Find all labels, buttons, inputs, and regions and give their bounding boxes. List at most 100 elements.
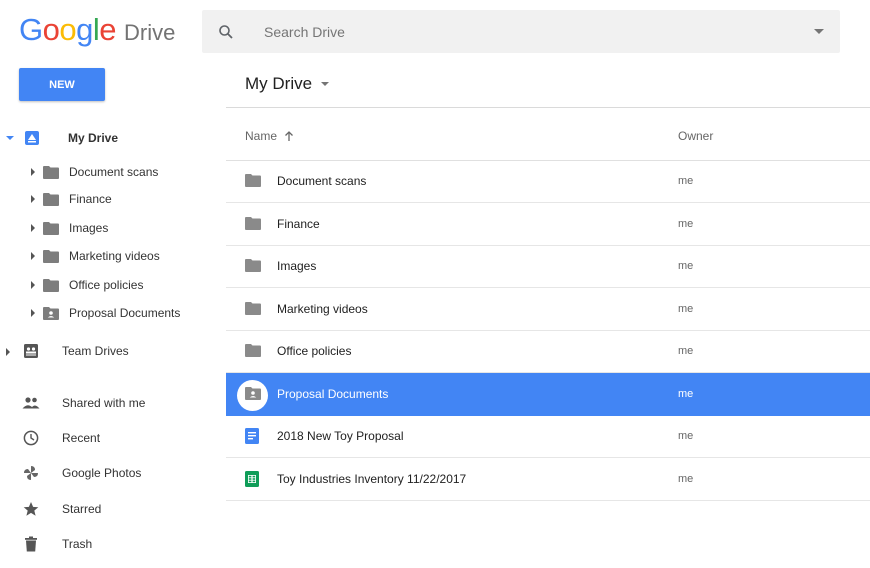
- folder-icon: [245, 343, 261, 359]
- file-name: Document scans: [277, 174, 367, 188]
- my-drive-icon: [25, 131, 39, 145]
- folder-icon: [245, 173, 261, 189]
- logo-letter: o: [42, 12, 60, 47]
- folder-icon: [42, 190, 60, 208]
- sidebar-folder-item[interactable]: Marketing videos: [31, 247, 160, 265]
- folder-icon: [42, 247, 60, 265]
- file-name: Proposal Documents: [277, 386, 389, 401]
- expand-arrow-icon[interactable]: [31, 281, 35, 289]
- file-name: Toy Industries Inventory 11/22/2017: [277, 471, 467, 486]
- folder-icon: [245, 258, 261, 274]
- sidebar-item-google-photos[interactable]: Google Photos: [0, 464, 200, 484]
- sidebar-item-label: My Drive: [68, 131, 119, 145]
- file-name: Marketing videos: [277, 301, 368, 316]
- star-icon: [22, 500, 40, 518]
- sheets-icon: [245, 470, 261, 487]
- expand-arrow-icon[interactable]: [31, 168, 35, 176]
- chevron-down-icon: [321, 82, 330, 86]
- breadcrumb-my-drive: My Drive: [245, 74, 313, 93]
- folder-icon: [42, 163, 60, 181]
- file-name: 2018 New Toy Proposal: [277, 429, 404, 443]
- file-name: Finance: [277, 216, 320, 231]
- logo-letter: e: [99, 12, 117, 47]
- shared-folder-icon: [42, 304, 60, 322]
- search-input[interactable]: Search Drive: [264, 24, 345, 40]
- search-options-dropdown-icon[interactable]: [814, 29, 824, 34]
- file-row[interactable]: Toy Industries Inventory 11/22/2017 me: [226, 458, 870, 501]
- team-drives-icon: [22, 342, 40, 360]
- folder-icon: [42, 276, 60, 294]
- file-owner: me: [678, 430, 694, 442]
- file-name: Office policies: [277, 344, 352, 358]
- file-row[interactable]: Marketing videos me: [226, 288, 870, 331]
- expand-arrow-icon[interactable]: [31, 252, 35, 260]
- sidebar-item-label: Trash: [62, 537, 93, 551]
- people-icon: [22, 394, 40, 412]
- sidebar-folder-item[interactable]: Document scans: [31, 163, 158, 181]
- folder-icon: [245, 301, 261, 317]
- sidebar-item-shared-with-me[interactable]: Shared with me: [0, 394, 200, 414]
- docs-icon: [245, 428, 261, 444]
- folder-icon: [245, 216, 261, 232]
- column-header-name[interactable]: Name: [245, 129, 295, 143]
- column-header-owner[interactable]: Owner: [678, 129, 713, 143]
- product-name: Drive: [124, 20, 176, 45]
- sidebar-item-label: Starred: [62, 502, 102, 516]
- logo-letter: G: [19, 12, 43, 47]
- sidebar-item-team-drives[interactable]: Team Drives: [0, 342, 200, 362]
- file-row[interactable]: Proposal Documents me: [226, 372, 870, 416]
- file-owner: me: [678, 260, 694, 272]
- sidebar-item-recent[interactable]: Recent: [0, 429, 200, 449]
- file-owner: me: [678, 472, 694, 485]
- search-box[interactable]: Search Drive: [202, 10, 840, 53]
- pinwheel-icon: [22, 464, 40, 482]
- expand-arrow-icon[interactable]: [31, 195, 35, 203]
- shared-folder-icon: [245, 386, 261, 402]
- expand-arrow-icon[interactable]: [6, 136, 14, 140]
- sidebar-item-label: Finance: [69, 192, 112, 206]
- column-header-row: Name Owner: [226, 108, 870, 161]
- sort-ascending-icon[interactable]: [283, 130, 295, 142]
- folder-icon: [42, 219, 60, 237]
- new-button[interactable]: NEW: [19, 68, 105, 101]
- sidebar-item-label: Proposal Documents: [69, 306, 181, 320]
- file-row[interactable]: Document scans me: [226, 160, 870, 203]
- sidebar-item-label: Recent: [62, 431, 101, 445]
- file-owner: me: [678, 217, 694, 230]
- sidebar-item-label: Document scans: [69, 165, 159, 179]
- google-wordmark: Google: [19, 12, 117, 48]
- search-icon[interactable]: [218, 24, 234, 40]
- file-list: Name Owner Document scans me Finance me Imag…: [226, 108, 870, 568]
- clock-icon: [22, 429, 40, 447]
- sidebar-folder-item[interactable]: Office policies: [31, 276, 143, 294]
- sidebar-folder-item[interactable]: Proposal Documents: [31, 304, 180, 322]
- file-owner: me: [678, 175, 694, 187]
- file-row[interactable]: Images me: [226, 245, 870, 288]
- sidebar-item-label: Marketing videos: [69, 249, 160, 263]
- file-row[interactable]: Office policies me: [226, 330, 870, 373]
- sidebar-folder-item[interactable]: Finance: [31, 190, 112, 208]
- expand-arrow-icon[interactable]: [31, 224, 35, 232]
- sidebar-item-label: Team Drives: [62, 344, 129, 358]
- sidebar: My Drive Document scans Finance Images Mark…: [0, 118, 226, 568]
- file-owner: me: [678, 302, 694, 315]
- file-row[interactable]: Finance me: [226, 203, 870, 246]
- file-owner: me: [678, 345, 694, 357]
- sidebar-item-label: Images: [69, 221, 109, 235]
- google-drive-logo[interactable]: Google Drive: [19, 12, 175, 52]
- sidebar-item-my-drive[interactable]: My Drive: [6, 130, 118, 146]
- expand-arrow-icon[interactable]: [6, 348, 10, 356]
- file-name: Images: [277, 259, 317, 273]
- breadcrumb[interactable]: My Drive: [245, 74, 330, 94]
- sidebar-item-label: Shared with me: [62, 396, 146, 410]
- sidebar-folder-item[interactable]: Images: [31, 219, 108, 237]
- sidebar-item-trash[interactable]: Trash: [0, 535, 200, 555]
- sidebar-item-label: Office policies: [69, 278, 144, 292]
- file-owner: me: [678, 387, 694, 400]
- expand-arrow-icon[interactable]: [31, 309, 35, 317]
- logo-letter: g: [76, 12, 93, 47]
- sidebar-item-starred[interactable]: Starred: [0, 500, 200, 520]
- logo-letter: o: [59, 12, 77, 47]
- sidebar-item-label: Google Photos: [62, 466, 142, 480]
- file-row[interactable]: 2018 New Toy Proposal me: [226, 415, 870, 458]
